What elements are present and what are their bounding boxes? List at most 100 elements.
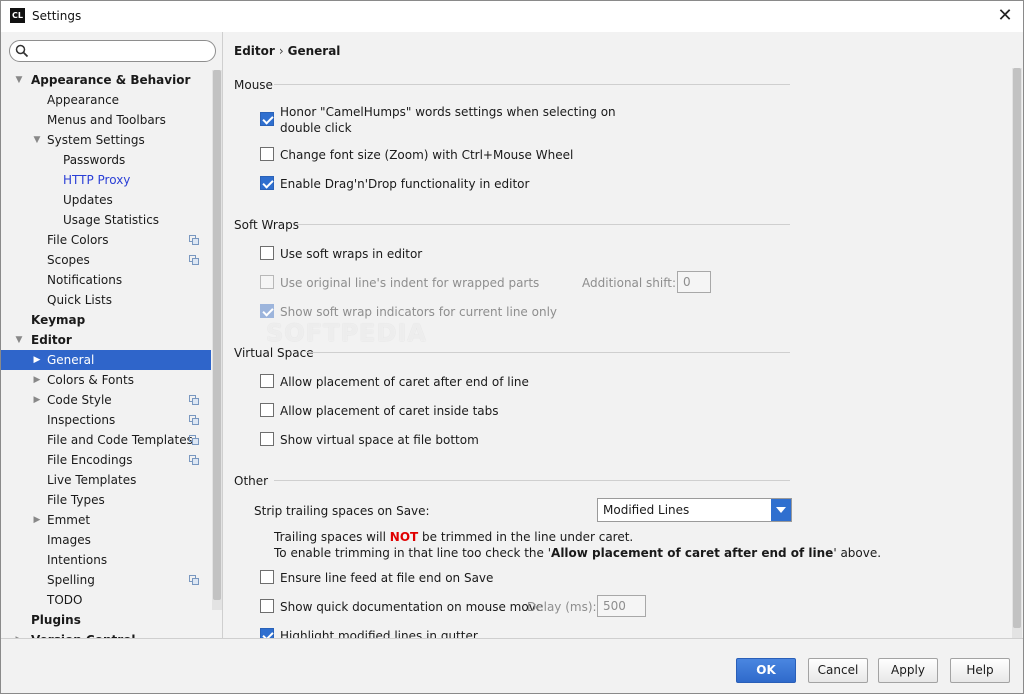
sidebar-scrollbar-thumb[interactable] xyxy=(213,70,221,600)
sidebar-item-system-settings[interactable]: ▼ System Settings xyxy=(1,130,211,150)
chevron-down-icon[interactable] xyxy=(771,499,791,521)
sidebar-item-file-types[interactable]: File Types xyxy=(1,490,211,510)
sidebar-item-label: HTTP Proxy xyxy=(63,173,131,187)
sidebar-item-appearance-behavior[interactable]: ▼ Appearance & Behavior xyxy=(1,70,211,90)
sidebar-item-updates[interactable]: Updates xyxy=(1,190,211,210)
wrap-indicators-checkbox[interactable] xyxy=(260,304,274,318)
sidebar-item-label: Appearance xyxy=(47,93,120,107)
close-icon[interactable]: ✕ xyxy=(995,6,1015,26)
trailing-info-line1: Trailing spaces will NOT be trimmed in t… xyxy=(274,529,633,545)
trailing-info-line1-post: be trimmed in the line under caret. xyxy=(418,530,634,544)
trailing-info-line2: To enable trimming in that line too chec… xyxy=(274,545,881,561)
orig-indent-label: Use original line's indent for wrapped p… xyxy=(280,276,540,290)
section-soft-wraps-divider xyxy=(296,224,790,225)
sidebar-item-label: File Encodings xyxy=(47,453,133,467)
sidebar-item-passwords[interactable]: Passwords xyxy=(1,150,211,170)
sidebar-item-keymap[interactable]: Keymap xyxy=(1,310,211,330)
sidebar-item-scopes[interactable]: Scopes xyxy=(1,250,211,270)
sidebar-scrollbar[interactable] xyxy=(212,70,222,610)
caret-inside-tabs-checkbox[interactable] xyxy=(260,403,274,417)
highlight-modified-checkbox[interactable] xyxy=(260,628,274,638)
expand-right-icon[interactable]: ▶ xyxy=(31,370,43,390)
content-scrollbar[interactable] xyxy=(1012,68,1022,638)
line-feed-checkbox[interactable] xyxy=(260,570,274,584)
sidebar-item-colors-fonts[interactable]: ▶ Colors & Fonts xyxy=(1,370,211,390)
section-mouse-divider xyxy=(274,84,790,85)
sidebar-item-notifications[interactable]: Notifications xyxy=(1,270,211,290)
sidebar-item-intentions[interactable]: Intentions xyxy=(1,550,211,570)
sidebar-item-label: File Colors xyxy=(47,233,109,247)
sidebar-item-file-colors[interactable]: File Colors xyxy=(1,230,211,250)
strip-trailing-select[interactable]: Modified Lines xyxy=(597,498,792,522)
sidebar-item-version-control[interactable]: ▶ Version Control xyxy=(1,630,211,638)
expand-right-icon[interactable]: ▶ xyxy=(13,630,25,638)
sidebar-item-label: Menus and Toolbars xyxy=(47,113,166,127)
expand-down-icon[interactable]: ▼ xyxy=(31,130,43,150)
sidebar-item-spelling[interactable]: Spelling xyxy=(1,570,211,590)
app-icon: CL xyxy=(10,8,25,23)
sidebar-item-quick-lists[interactable]: Quick Lists xyxy=(1,290,211,310)
sidebar-item-file-and-code-templates[interactable]: File and Code Templates xyxy=(1,430,211,450)
orig-indent-checkbox[interactable] xyxy=(260,275,274,289)
zoom-checkbox[interactable] xyxy=(260,147,274,161)
window-title: Settings xyxy=(32,9,82,23)
quick-doc-label: Show quick documentation on mouse move xyxy=(280,600,544,614)
project-scope-icon xyxy=(189,435,199,445)
sidebar-item-label: Editor xyxy=(31,333,72,347)
sidebar-item-editor[interactable]: ▼ Editor xyxy=(1,330,211,350)
section-other-divider xyxy=(274,480,790,481)
sidebar-item-usage-statistics[interactable]: Usage Statistics xyxy=(1,210,211,230)
expand-down-icon[interactable]: ▼ xyxy=(13,330,25,350)
title-bar: CL Settings ✕ xyxy=(1,1,1023,32)
search-input[interactable] xyxy=(32,43,210,59)
sidebar-item-general[interactable]: ▶ General xyxy=(1,350,211,370)
sidebar-item-live-templates[interactable]: Live Templates xyxy=(1,470,211,490)
delay-label: Delay (ms): xyxy=(527,600,597,614)
ok-button[interactable]: OK xyxy=(736,658,796,683)
apply-button[interactable]: Apply xyxy=(878,658,938,683)
sidebar-item-menus-and-toolbars[interactable]: Menus and Toolbars xyxy=(1,110,211,130)
sidebar-item-label: File Types xyxy=(47,493,105,507)
sidebar-item-label: Inspections xyxy=(47,413,116,427)
sidebar-item-inspections[interactable]: Inspections xyxy=(1,410,211,430)
project-scope-icon xyxy=(189,255,199,265)
sidebar-item-appearance[interactable]: Appearance xyxy=(1,90,211,110)
expand-right-icon[interactable]: ▶ xyxy=(31,350,43,370)
search-icon xyxy=(15,44,29,58)
expand-down-icon[interactable]: ▼ xyxy=(13,70,25,90)
sidebar-item-label: Intentions xyxy=(47,553,108,567)
help-button[interactable]: Help xyxy=(950,658,1010,683)
sidebar-item-emmet[interactable]: ▶ Emmet xyxy=(1,510,211,530)
sidebar-item-label: General xyxy=(47,353,95,367)
sidebar-item-label: Version Control xyxy=(31,630,136,638)
sidebar-item-label: File and Code Templates xyxy=(47,433,193,447)
additional-shift-field[interactable]: 0 xyxy=(677,271,711,293)
sidebar-item-plugins[interactable]: Plugins xyxy=(1,610,211,630)
sidebar-item-label: Plugins xyxy=(31,613,81,627)
camelhumps-checkbox[interactable] xyxy=(260,112,274,126)
expand-right-icon[interactable]: ▶ xyxy=(31,390,43,410)
dragdrop-checkbox[interactable] xyxy=(260,176,274,190)
search-box[interactable] xyxy=(9,40,216,62)
breadcrumb-separator: › xyxy=(278,44,284,58)
trailing-info-not: NOT xyxy=(389,530,419,544)
camelhumps-label-line2: double click xyxy=(280,121,352,135)
sidebar-item-file-encodings[interactable]: File Encodings xyxy=(1,450,211,470)
caret-after-end-label: Allow placement of caret after end of li… xyxy=(280,375,529,389)
sidebar-item-label: Updates xyxy=(63,193,113,207)
breadcrumb-parent[interactable]: Editor xyxy=(234,44,275,58)
soft-wraps-checkbox[interactable] xyxy=(260,246,274,260)
sidebar-item-images[interactable]: Images xyxy=(1,530,211,550)
cancel-button[interactable]: Cancel xyxy=(808,658,868,683)
sidebar-item-todo[interactable]: TODO xyxy=(1,590,211,610)
sidebar-item-label: Live Templates xyxy=(47,473,137,487)
expand-right-icon[interactable]: ▶ xyxy=(31,510,43,530)
caret-after-end-checkbox[interactable] xyxy=(260,374,274,388)
quick-doc-checkbox[interactable] xyxy=(260,599,274,613)
content-scrollbar-thumb[interactable] xyxy=(1013,68,1021,628)
sidebar-item-label: Notifications xyxy=(47,273,123,287)
delay-field[interactable]: 500 xyxy=(597,595,646,617)
sidebar-item-code-style[interactable]: ▶ Code Style xyxy=(1,390,211,410)
sidebar-item-http-proxy[interactable]: HTTP Proxy xyxy=(1,170,211,190)
virtual-space-bottom-checkbox[interactable] xyxy=(260,432,274,446)
